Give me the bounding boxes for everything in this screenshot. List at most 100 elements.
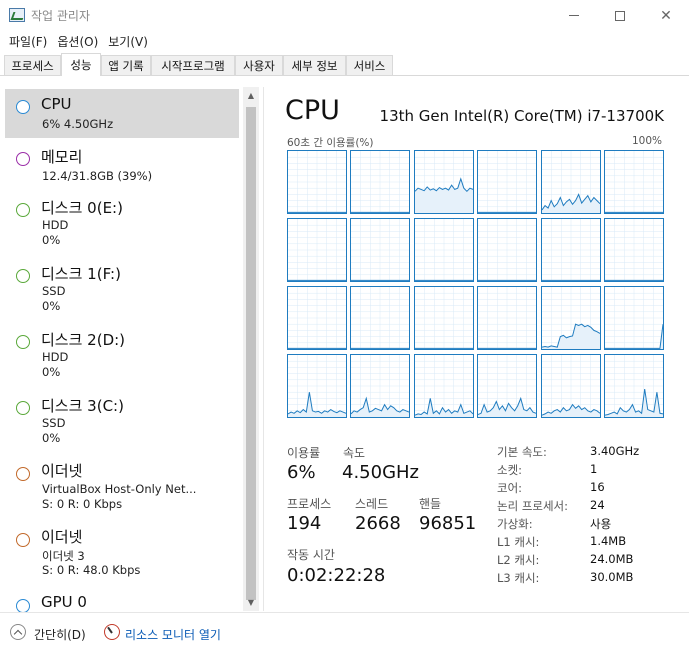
resource-disk-0[interactable]: 디스크 0(E:) HDD 0% <box>5 192 239 254</box>
spec-value: 24 <box>590 498 605 512</box>
core-graph <box>287 218 347 282</box>
core-graph-svg <box>605 287 663 349</box>
resource-detail: 6% 4.50GHz <box>42 117 114 131</box>
resource-usage: 0% <box>42 299 61 313</box>
core-graph-svg <box>478 355 537 417</box>
processes-value: 194 <box>287 513 322 534</box>
core-graph <box>350 286 411 350</box>
core-graph <box>477 354 538 418</box>
open-resource-monitor-link[interactable]: 리소스 모니터 열기 <box>125 626 221 643</box>
resource-usage: 0% <box>42 365 61 379</box>
threads-value: 2668 <box>355 513 401 534</box>
speed-label: 속도 <box>343 446 366 460</box>
disk-indicator-icon <box>16 203 30 217</box>
core-graph <box>413 286 474 350</box>
resource-usage: 0% <box>42 431 61 445</box>
core-graph <box>540 286 601 350</box>
spec-value: 16 <box>590 480 605 494</box>
core-graph <box>477 150 538 214</box>
panel-divider <box>263 87 264 611</box>
core-graph <box>350 354 411 418</box>
resource-name: 이더넷 <box>41 462 83 480</box>
speed-value: 4.50GHz <box>342 462 420 483</box>
core-graph <box>350 150 411 214</box>
core-graph-svg <box>414 219 473 281</box>
resource-usage: 0% <box>42 233 61 247</box>
core-graph-svg <box>541 151 600 213</box>
core-graph <box>287 150 347 214</box>
resource-name: 디스크 1(F:) <box>41 265 121 283</box>
core-graph <box>477 286 538 350</box>
collapse-chevron-icon[interactable] <box>10 624 26 640</box>
core-graph <box>540 218 601 282</box>
memory-indicator-icon <box>16 152 30 166</box>
core-graph <box>413 354 474 418</box>
resource-name: 디스크 3(C:) <box>41 397 124 415</box>
resource-disk-3[interactable]: 디스크 3(C:) SSD 0% <box>5 390 239 452</box>
menu-file[interactable]: 파일(F) <box>4 31 52 51</box>
scroll-thumb[interactable] <box>246 107 256 600</box>
ethernet-indicator-icon <box>16 533 30 547</box>
graph-max-label: 100% <box>631 135 662 147</box>
maximize-button[interactable] <box>597 0 643 31</box>
tab-users[interactable]: 사용자 <box>235 55 283 75</box>
resource-list: CPU 6% 4.50GHz 메모리 12.4/31.8GB (39%) 디스크… <box>0 86 262 612</box>
graph-caption: 60초 간 이용률(%) <box>287 137 374 149</box>
resource-throughput: S: 0 R: 48.0 Kbps <box>42 563 141 577</box>
disk-indicator-icon <box>16 335 30 349</box>
fewer-details-button[interactable]: 간단히(D) <box>34 626 86 643</box>
tab-performance[interactable]: 성능 <box>61 53 101 76</box>
resource-name: 이더넷 <box>41 528 83 546</box>
core-graph-svg <box>541 219 600 281</box>
menu-view[interactable]: 보기(V) <box>103 31 153 51</box>
resource-ethernet-2[interactable]: 이더넷 이더넷 3 S: 0 R: 48.0 Kbps <box>5 522 239 584</box>
resource-memory[interactable]: 메모리 12.4/31.8GB (39%) <box>5 141 239 186</box>
resource-disk-2[interactable]: 디스크 2(D:) HDD 0% <box>5 324 239 386</box>
resource-cpu[interactable]: CPU 6% 4.50GHz <box>5 89 239 138</box>
core-graph-svg <box>288 219 346 281</box>
spec-key: 소켓: <box>497 463 523 477</box>
resource-disk-1[interactable]: 디스크 1(F:) SSD 0% <box>5 258 239 320</box>
core-graph-svg <box>351 287 410 349</box>
utilization-label: 이용률 <box>287 446 321 460</box>
resource-adapter: 이더넷 3 <box>42 549 85 563</box>
resource-gpu-0[interactable]: GPU 0 <box>5 588 239 612</box>
bottom-bar: 간단히(D) 리소스 모니터 열기 <box>0 612 689 658</box>
minimize-button[interactable] <box>551 0 597 31</box>
uptime-label: 작동 시간 <box>287 548 335 562</box>
core-graph-svg <box>541 287 600 349</box>
menu-options[interactable]: 옵션(O) <box>52 31 103 51</box>
resource-adapter: VirtualBox Host-Only Net... <box>42 482 197 496</box>
core-graph <box>413 150 474 214</box>
spec-value: 1.4MB <box>590 534 627 548</box>
tab-app-history[interactable]: 앱 기록 <box>101 55 151 75</box>
title-bar: 작업 관리자 ✕ <box>0 0 689 31</box>
window-title: 작업 관리자 <box>31 9 91 23</box>
tab-startup[interactable]: 시작프로그램 <box>151 55 235 75</box>
scroll-up-icon[interactable]: ▲ <box>243 87 259 104</box>
resource-monitor-icon[interactable] <box>104 624 120 640</box>
close-button[interactable]: ✕ <box>643 0 689 31</box>
resource-ethernet-1[interactable]: 이더넷 VirtualBox Host-Only Net... S: 0 R: … <box>5 456 239 518</box>
spec-value: 24.0MB <box>590 552 634 566</box>
resource-name: 디스크 0(E:) <box>41 199 123 217</box>
core-graph <box>350 218 411 282</box>
resource-detail: 12.4/31.8GB (39%) <box>42 169 153 183</box>
resource-throughput: S: 0 R: 0 Kbps <box>42 497 123 511</box>
core-graph <box>604 150 664 214</box>
core-graph <box>540 150 601 214</box>
tab-details[interactable]: 세부 정보 <box>283 55 346 75</box>
utilization-value: 6% <box>287 462 316 483</box>
spec-key: 기본 속도: <box>497 445 547 459</box>
spec-key: 가상화: <box>497 517 533 531</box>
resource-name: 메모리 <box>41 148 83 166</box>
scroll-down-icon[interactable]: ▼ <box>243 594 259 611</box>
ethernet-indicator-icon <box>16 467 30 481</box>
resource-name: 디스크 2(D:) <box>41 331 126 349</box>
spec-key: L1 캐시: <box>497 535 540 549</box>
core-graph-svg <box>288 287 346 349</box>
resource-list-scrollbar[interactable]: ▲ ▼ <box>243 87 259 611</box>
tab-processes[interactable]: 프로세스 <box>4 55 61 75</box>
core-graph-svg <box>478 151 537 213</box>
tab-services[interactable]: 서비스 <box>346 55 393 75</box>
